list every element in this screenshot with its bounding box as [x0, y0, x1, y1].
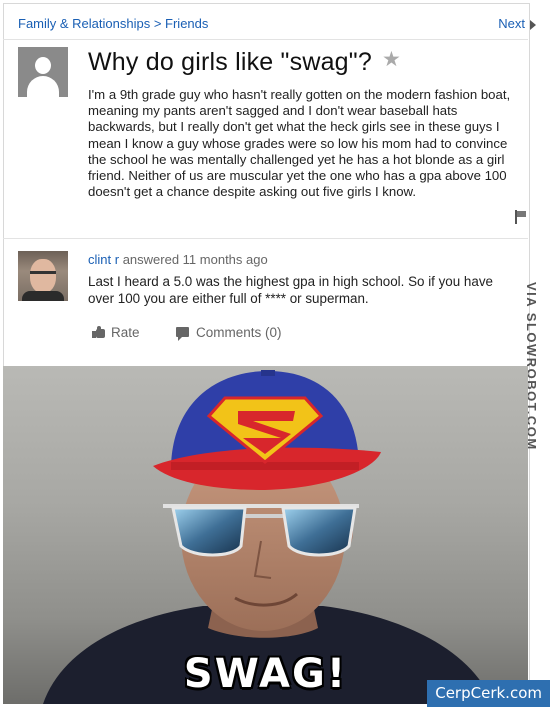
divider [3, 39, 528, 40]
avatar-glasses [30, 271, 56, 280]
watermark: VIA SLOWROBOT.COM [524, 282, 549, 451]
flag-cloth [517, 211, 526, 217]
breadcrumb-link[interactable]: Family & Relationships > Friends [18, 16, 208, 31]
breadcrumb[interactable]: Family & Relationships > Friends [18, 16, 208, 31]
rate-label[interactable]: Rate [111, 325, 140, 340]
next-button[interactable]: Next [498, 16, 536, 31]
chevron-right-icon[interactable] [530, 19, 536, 30]
flag-icon[interactable] [515, 210, 527, 224]
next-label[interactable]: Next [498, 16, 525, 31]
star-icon[interactable]: ★ [382, 47, 401, 72]
avatar-body [27, 76, 59, 97]
lens-left [171, 506, 247, 557]
question-title: Why do girls like "swag"? [88, 48, 372, 76]
divider [3, 238, 528, 239]
comment-bubble-icon[interactable] [176, 327, 189, 341]
avatar-head [35, 57, 51, 74]
comments-button[interactable]: Comments (0) [176, 325, 282, 341]
answerer-avatar[interactable] [18, 251, 68, 301]
answer-meta: clint r answered 11 months ago [88, 252, 268, 267]
rate-button[interactable]: Rate [92, 325, 140, 340]
site-credit: CerpCerk.com [427, 680, 550, 707]
thumbs-up-icon[interactable] [92, 326, 105, 338]
comments-label[interactable]: Comments (0) [196, 325, 282, 340]
answer-body: Last I heard a 5.0 was the highest gpa i… [88, 274, 493, 306]
answerer-name[interactable]: clint r [88, 252, 119, 267]
lens-right [281, 506, 357, 557]
asker-avatar [18, 47, 68, 97]
question-body: I'm a 9th grade guy who hasn't really go… [88, 87, 511, 200]
meme-photo: SWAG! [3, 366, 528, 704]
cap-button [261, 370, 275, 376]
avatar-shirt [22, 291, 64, 301]
answer-time: answered 11 months ago [122, 252, 268, 267]
